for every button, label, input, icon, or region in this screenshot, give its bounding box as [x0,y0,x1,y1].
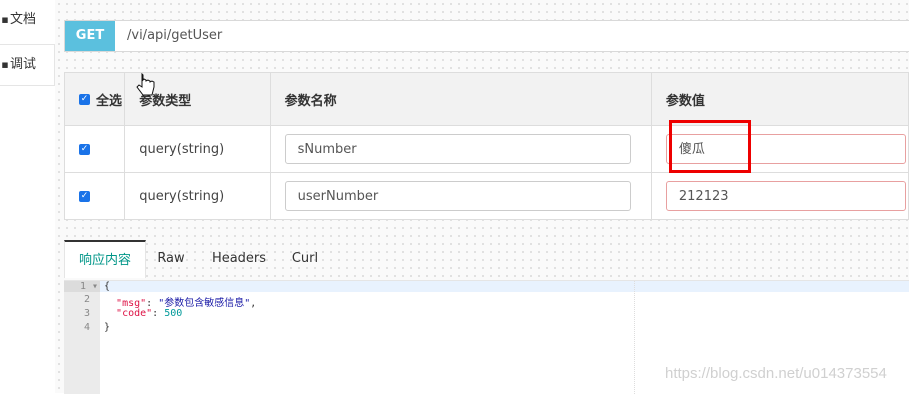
row-checkbox[interactable]: ✓ [79,190,90,202]
header-name: 参数名称 [269,72,652,126]
code-line: "code": 500 [116,308,183,319]
table-row: ✓ query(string) userNumber 212123 [63,172,909,220]
tab-response[interactable]: 响应内容 [64,240,146,278]
row-checkbox[interactable]: ✓ [79,143,90,155]
params-table: ✓ 全选 参数类型 参数名称 参数值 ✓ query(string) sNumbe… [63,72,909,220]
param-name-cell: sNumber [269,125,652,173]
tab-headers[interactable]: Headers [200,240,278,278]
line-number: 1 ▾ [64,281,100,292]
tab-curl[interactable]: Curl [280,240,330,278]
line-number: 2 [83,294,90,305]
nav-debug-label: 调试 [10,57,37,72]
row-check-cell: ✓ [63,172,126,220]
header-value: 参数值 [650,72,909,126]
param-name-input[interactable]: sNumber [284,134,631,164]
side-nav: ▪文档 ▪调试 [0,0,55,393]
param-value-input[interactable]: 212123 [665,181,906,211]
hand-cursor-icon [136,73,155,96]
nav-doc[interactable]: ▪文档 [0,0,54,40]
nav-debug[interactable]: ▪调试 [0,44,55,86]
print-margin [634,281,635,394]
tab-raw[interactable]: Raw [146,240,196,278]
request-bar: GET /vi/api/getUser [64,20,909,52]
code-line: } [104,322,111,333]
row-check-cell: ✓ [63,125,126,173]
nav-doc-label: 文档 [10,12,37,27]
param-type: query(string) [124,172,271,220]
line-number: 3 [83,308,90,319]
code-line: "msg": "参数包含敏感信息", [116,298,257,309]
doc-icon: ▪ [1,13,9,26]
param-type: query(string) [124,125,271,173]
code-line: { [100,281,909,292]
watermark: https://blog.csdn.net/u014373554 [665,365,887,382]
select-all-header[interactable]: ✓ 全选 [63,72,126,126]
request-url: /vi/api/getUser [127,28,223,43]
debug-icon: ▪ [1,58,9,71]
param-name-input[interactable]: userNumber [284,181,631,211]
param-name-cell: userNumber [269,172,652,220]
table-header-row: ✓ 全选 参数类型 参数名称 参数值 [63,72,909,126]
line-number: 4 [83,322,90,333]
param-value-cell: 212123 [650,172,909,220]
method-badge[interactable]: GET [65,21,115,51]
select-all-checkbox[interactable]: ✓ [79,93,90,105]
highlight-box [669,120,751,173]
json-number: 500 [164,308,183,319]
select-all-label: 全选 [96,93,123,109]
json-key: "code" [116,308,153,319]
table-row: ✓ query(string) sNumber 傻瓜 [63,125,909,173]
